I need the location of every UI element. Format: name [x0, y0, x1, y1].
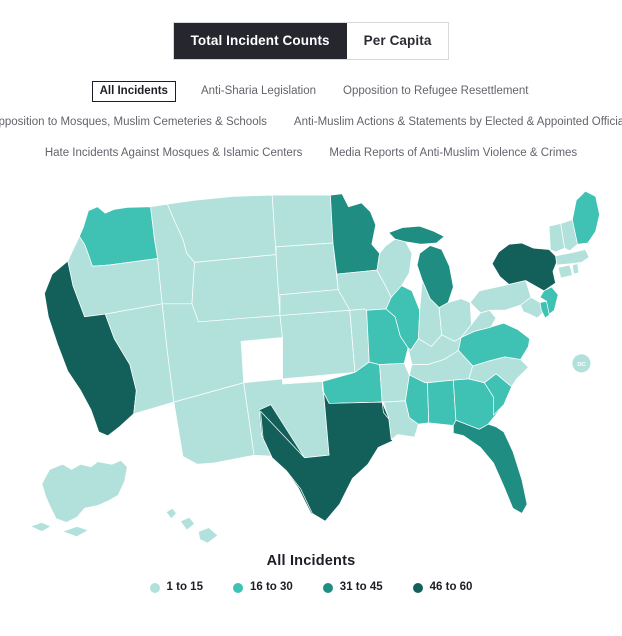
filter-opposition-to-mosques[interactable]: Opposition to Mosques, Muslim Cemeteries… — [0, 113, 269, 133]
state-FL[interactable] — [452, 419, 528, 514]
measure-toggle-row: Total Incident Counts Per Capita — [0, 0, 622, 60]
legend-label-bin2: 16 to 30 — [249, 581, 293, 593]
state-AR[interactable] — [379, 362, 410, 403]
state-ME[interactable] — [572, 190, 600, 245]
legend-item-3[interactable]: 31 to 45 — [322, 581, 383, 594]
us-map-svg[interactable]: DC — [0, 177, 622, 549]
measure-toggle-group[interactable]: Total Incident Counts Per Capita — [172, 22, 450, 60]
legend-item-2[interactable]: 16 to 30 — [232, 581, 293, 594]
legend-swatch-bin3 — [322, 582, 333, 593]
state-CT[interactable] — [557, 264, 573, 279]
us-choropleth-map[interactable]: DC — [0, 177, 622, 549]
state-AK[interactable] — [41, 460, 128, 523]
legend-item-4[interactable]: 46 to 60 — [412, 581, 473, 594]
legend-items: 1 to 15 16 to 30 31 to 45 46 to 60 — [149, 581, 473, 594]
state-CO[interactable] — [279, 309, 356, 380]
state-HI-2[interactable] — [179, 516, 195, 531]
filter-anti-muslim-actions-by-officials[interactable]: Anti-Muslim Actions & Statements by Elec… — [292, 113, 622, 133]
filter-anti-sharia-legislation[interactable]: Anti-Sharia Legislation — [199, 82, 318, 102]
legend-label-bin4: 46 to 60 — [429, 581, 473, 593]
state-AL[interactable] — [427, 379, 457, 426]
legend-swatch-bin2 — [232, 582, 243, 593]
dc-marker[interactable]: DC — [572, 354, 591, 373]
state-AK-aleutians-2[interactable] — [62, 526, 89, 538]
toggle-total-incident-counts[interactable]: Total Incident Counts — [173, 23, 347, 59]
legend-swatch-bin4 — [412, 582, 423, 593]
state-HI-3[interactable] — [198, 527, 219, 544]
filter-opposition-to-refugee-resettlement[interactable]: Opposition to Refugee Resettlement — [341, 82, 530, 102]
state-RI[interactable] — [572, 263, 580, 275]
legend-swatch-bin1 — [149, 582, 160, 593]
legend-title: All Incidents — [266, 553, 356, 569]
legend-item-1[interactable]: 1 to 15 — [149, 581, 203, 594]
dc-label: DC — [577, 362, 586, 368]
legend-label-bin3: 31 to 45 — [339, 581, 383, 593]
filter-row-2: Opposition to Mosques, Muslim Cemeteries… — [0, 113, 622, 133]
toggle-per-capita[interactable]: Per Capita — [346, 23, 449, 59]
map-legend: All Incidents 1 to 15 16 to 30 31 to 45 … — [0, 553, 622, 594]
states-layer — [29, 190, 600, 544]
state-AK-aleutians-1[interactable] — [29, 522, 52, 532]
filter-row-1: All Incidents Anti-Sharia Legislation Op… — [91, 80, 531, 102]
filter-all-incidents[interactable]: All Incidents — [91, 80, 176, 102]
filter-hate-incidents-against-mosques[interactable]: Hate Incidents Against Mosques & Islamic… — [43, 144, 305, 164]
filter-row-3: Hate Incidents Against Mosques & Islamic… — [43, 144, 579, 164]
state-WY[interactable] — [191, 254, 281, 323]
state-MA[interactable] — [555, 249, 590, 266]
state-MN[interactable] — [330, 193, 380, 275]
filter-media-reports-of-violence[interactable]: Media Reports of Anti-Muslim Violence & … — [327, 144, 579, 164]
legend-label-bin1: 1 to 15 — [166, 581, 203, 593]
category-filters: All Incidents Anti-Sharia Legislation Op… — [0, 80, 622, 164]
state-WA[interactable] — [79, 206, 159, 267]
state-HI-1[interactable] — [165, 507, 177, 519]
